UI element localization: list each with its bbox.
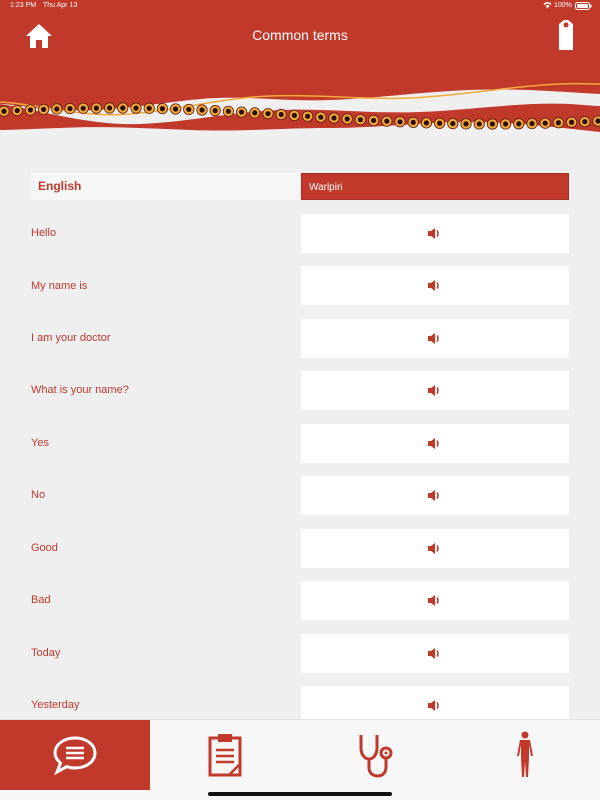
- dot-core: [212, 108, 218, 114]
- play-audio-button[interactable]: [301, 476, 569, 515]
- wifi-icon: [543, 1, 552, 11]
- dot-core: [186, 106, 192, 113]
- tab-common-terms[interactable]: [0, 720, 150, 790]
- dot-core: [93, 105, 99, 111]
- speaker-icon: [428, 543, 439, 554]
- speech-bubble-icon: [53, 736, 97, 775]
- column-header-english: English: [31, 173, 299, 200]
- status-time: 1:23 PM: [10, 2, 37, 9]
- clipboard-icon: [208, 734, 242, 777]
- status-date: Thu Apr 13: [43, 2, 78, 9]
- play-audio-button[interactable]: [301, 424, 569, 463]
- header-banner: [0, 0, 600, 132]
- play-audio-button[interactable]: [301, 371, 569, 410]
- dot-core: [437, 120, 443, 126]
- dot-core: [146, 105, 152, 111]
- term-label: Today: [31, 647, 61, 659]
- term-label: I am your doctor: [31, 332, 111, 344]
- dot-core: [67, 105, 73, 112]
- term-label: Yesterday: [31, 699, 80, 711]
- dot-core: [173, 106, 179, 112]
- term-label: What is your name?: [31, 384, 129, 396]
- home-icon: [26, 24, 52, 48]
- speaker-icon: [428, 385, 439, 396]
- play-audio-button[interactable]: [301, 266, 569, 305]
- dot-core: [450, 120, 456, 127]
- tab-body[interactable]: [450, 720, 600, 790]
- profile-card-icon: [559, 20, 573, 50]
- speaker-icon: [428, 333, 439, 344]
- speaker-icon: [428, 648, 439, 659]
- dot-core: [14, 107, 20, 114]
- play-audio-button[interactable]: [301, 214, 569, 253]
- dot-core: [278, 111, 284, 118]
- dot-core: [489, 121, 495, 127]
- dot-core: [265, 111, 271, 117]
- speaker-icon: [428, 228, 439, 239]
- dot-core: [463, 121, 469, 127]
- dot-core: [252, 110, 258, 116]
- dot-core: [239, 109, 245, 115]
- dot-core: [199, 107, 205, 113]
- term-label: Hello: [31, 227, 57, 239]
- dot-core: [107, 105, 113, 111]
- dot-core: [397, 119, 403, 125]
- profile-button[interactable]: [554, 18, 578, 52]
- dot-core: [225, 108, 231, 114]
- column-header-language[interactable]: Warlpiri: [301, 173, 569, 200]
- battery-icon: [575, 2, 592, 12]
- dot-core: [331, 115, 337, 121]
- dot-core: [27, 107, 33, 113]
- term-label: Yes: [31, 437, 49, 449]
- dot-core: [318, 114, 324, 120]
- dot-core: [1, 108, 7, 114]
- dot-core: [476, 121, 482, 127]
- home-button[interactable]: [24, 22, 54, 50]
- tab-health[interactable]: [300, 720, 450, 790]
- bottom-tab-bar: [0, 719, 600, 800]
- play-audio-button[interactable]: [301, 634, 569, 673]
- tab-notes[interactable]: [150, 720, 300, 790]
- dot-core: [344, 116, 350, 122]
- dot-core: [305, 113, 311, 119]
- term-label: Bad: [31, 594, 51, 606]
- battery-percent: 100%: [554, 2, 572, 9]
- stethoscope-icon: [359, 735, 393, 778]
- play-audio-button[interactable]: [301, 319, 569, 358]
- dot-core: [582, 119, 588, 125]
- dot-core: [423, 120, 429, 126]
- dot-core: [41, 106, 47, 113]
- header: Common terms: [0, 0, 600, 140]
- play-audio-button[interactable]: [301, 529, 569, 568]
- term-label: No: [31, 489, 46, 501]
- dot-core: [133, 105, 139, 111]
- dot-core: [569, 119, 575, 125]
- dot-core: [80, 105, 86, 111]
- dot-core: [54, 106, 60, 112]
- dot-core: [410, 119, 416, 125]
- dot-core: [503, 121, 509, 127]
- status-bar: 1:23 PM Thu Apr 13 100%: [0, 0, 600, 14]
- speaker-icon: [428, 490, 439, 501]
- body-figure-icon: [517, 731, 533, 777]
- page-title: Common terms: [252, 27, 348, 43]
- speaker-icon: [428, 280, 439, 291]
- dot-core: [120, 105, 126, 111]
- dot-core: [542, 120, 548, 126]
- speaker-icon: [428, 595, 439, 606]
- dot-core: [555, 120, 562, 126]
- dot-core: [357, 117, 363, 123]
- dot-core: [516, 121, 522, 127]
- dot-core: [291, 112, 297, 118]
- speaker-icon: [428, 700, 439, 711]
- play-audio-button[interactable]: [301, 581, 569, 620]
- term-label: Good: [31, 542, 58, 554]
- dot-core: [159, 105, 165, 112]
- speaker-icon: [428, 438, 439, 449]
- dot-core: [371, 117, 377, 124]
- dot-core: [529, 120, 535, 127]
- term-label: My name is: [31, 280, 88, 292]
- dot-core: [384, 118, 390, 124]
- home-indicator: [208, 792, 392, 796]
